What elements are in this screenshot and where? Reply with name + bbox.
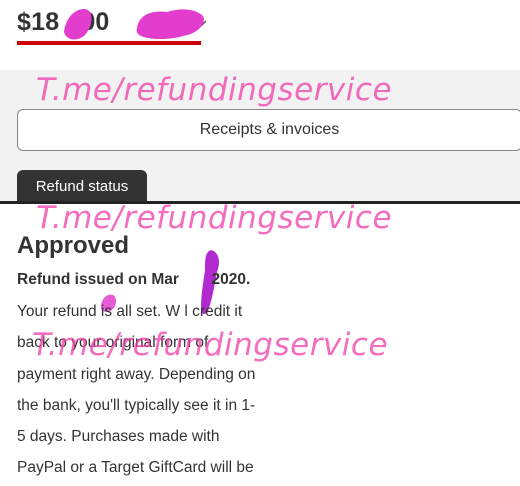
refund-status-heading: Approved <box>17 232 130 259</box>
redaction-scribble <box>136 9 204 39</box>
watermark-text: T.me/refundingservice <box>32 327 389 363</box>
redaction-scribble <box>64 8 92 40</box>
tab-refund-status-label: Refund status <box>35 177 129 195</box>
order-total-left: $18 <box>17 8 60 36</box>
receipts-invoices-label: Receipts & invoices <box>199 121 340 138</box>
refund-issued-date: Refund issued on Mar 2020. <box>17 271 250 289</box>
refund-message-line: Your refund is all set. W l credit it <box>17 303 243 320</box>
refund-issued-left: Refund issued on Mar <box>17 271 179 288</box>
refund-message-line: payment right away. Depending on <box>17 365 256 383</box>
refund-message-line: 5 days. Purchases made with <box>17 428 220 446</box>
tab-refund-status[interactable]: Refund status <box>17 170 147 202</box>
refund-message-line: PayPal or a Target GiftCard will be <box>17 459 254 477</box>
watermark-text: T.me/refundingservice <box>36 72 393 108</box>
refund-message-line: the bank, you'll typically see it in 1- <box>17 396 256 414</box>
watermark-text: T.me/refundingservice <box>36 200 393 236</box>
receipts-invoices-button[interactable]: Receipts & invoices <box>17 109 520 151</box>
refund-issued-right: 2020. <box>211 271 251 288</box>
refund-message: Your refund is all set. W l credit it ba… <box>17 296 307 484</box>
